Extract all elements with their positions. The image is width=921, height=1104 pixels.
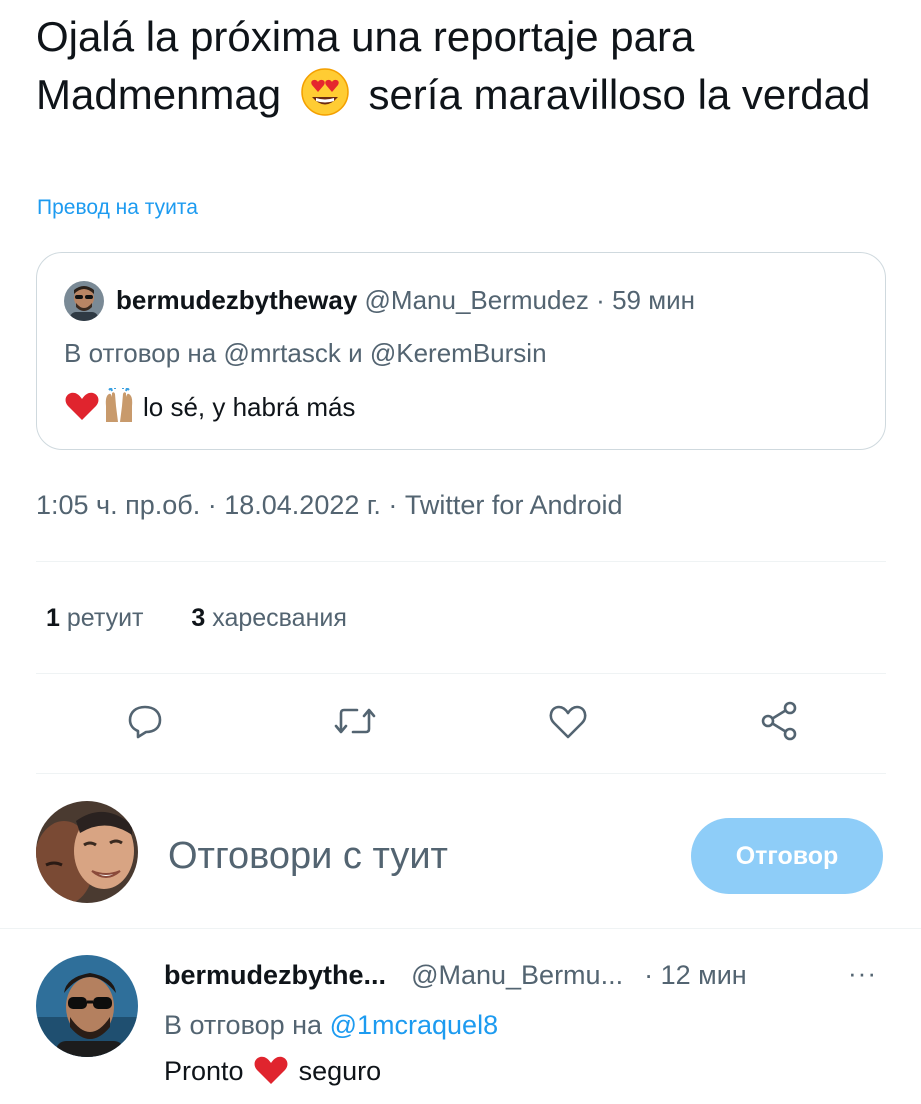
reply-context-prefix: В отговор на xyxy=(164,1010,323,1040)
quoted-tweet-header: bermudezbytheway @Manu_Bermudez · 59 мин xyxy=(116,283,695,317)
more-options-icon[interactable]: ··· xyxy=(848,958,877,989)
red-heart-emoji-icon xyxy=(253,1054,289,1095)
reply-user-avatar[interactable] xyxy=(36,955,138,1057)
tweet-timestamp[interactable]: 1:05 ч. пр.об. · 18.04.2022 г. · Twitter… xyxy=(36,488,623,522)
quoted-body-text: lo sé, y habrá más xyxy=(143,392,356,422)
translate-tweet-link[interactable]: Превод на туита xyxy=(37,196,198,220)
reply-composer-input[interactable]: Отговори с туит xyxy=(168,833,448,879)
reply-icon xyxy=(125,701,165,746)
quoted-handle[interactable]: @Manu_Bermudez xyxy=(365,285,589,315)
likes-stat[interactable]: 3 харесвания xyxy=(191,604,347,632)
retweet-action[interactable] xyxy=(333,701,377,745)
quoted-display-name[interactable]: bermudezbytheway xyxy=(116,285,357,315)
reply-handle[interactable]: @Manu_Bermu... xyxy=(411,960,623,990)
reply-separator: · xyxy=(644,960,654,990)
quoted-time: 59 мин xyxy=(612,285,695,315)
quoted-reply-mention-1[interactable]: @mrtasck xyxy=(223,338,340,368)
retweet-icon xyxy=(333,701,377,746)
like-icon xyxy=(547,701,589,746)
retweets-count: 1 xyxy=(46,604,60,632)
share-action[interactable] xyxy=(758,701,802,745)
reply-action[interactable] xyxy=(123,701,167,745)
reply-body-part1: Pronto xyxy=(164,1056,244,1086)
likes-count: 3 xyxy=(191,604,206,632)
divider xyxy=(36,673,886,674)
reply-submit-button[interactable]: Отговор xyxy=(691,818,883,894)
raising-hands-emoji-icon xyxy=(101,387,137,430)
likes-label: харесвания xyxy=(212,604,347,632)
reply-display-name[interactable]: bermudezbythe... xyxy=(164,960,386,990)
divider xyxy=(36,561,886,562)
tweet-stats: 1 ретуит 3 харесвания xyxy=(46,601,347,635)
heart-eyes-emoji-icon xyxy=(297,67,353,132)
quoted-tweet-body: lo sé, y habrá más xyxy=(64,387,356,430)
retweets-stat[interactable]: 1 ретуит xyxy=(46,604,150,632)
reply-context: В отговор на @1mcraquel8 xyxy=(164,1007,498,1043)
retweets-label: ретуит xyxy=(66,604,144,632)
quoted-reply-conjunction: и xyxy=(348,338,363,368)
quoted-separator: · xyxy=(596,285,605,315)
share-icon xyxy=(758,699,802,748)
quoted-reply-context: В отговор на @mrtasck и @KeremBursin xyxy=(64,336,547,370)
tweet-text: Ojalá la próxima una reportaje para Madm… xyxy=(36,8,896,132)
reply-context-mention[interactable]: @1mcraquel8 xyxy=(330,1010,499,1040)
red-heart-emoji-icon xyxy=(64,390,100,430)
divider xyxy=(36,773,886,774)
quoted-user-avatar[interactable] xyxy=(64,281,104,321)
reply-body-part2: seguro xyxy=(298,1056,382,1086)
divider xyxy=(0,928,921,929)
quoted-reply-prefix: В отговор на xyxy=(64,338,217,368)
tweet-text-part2: sería maravilloso la verdad xyxy=(368,71,871,118)
quoted-reply-mention-2[interactable]: @KeremBursin xyxy=(370,338,547,368)
current-user-avatar[interactable] xyxy=(36,801,138,903)
like-action[interactable] xyxy=(546,701,590,745)
reply-tweet-header: bermudezbythe... @Manu_Bermu... · 12 мин xyxy=(164,957,747,993)
reply-tweet-body: Pronto seguro xyxy=(164,1053,381,1095)
reply-time: 12 мин xyxy=(660,960,747,990)
